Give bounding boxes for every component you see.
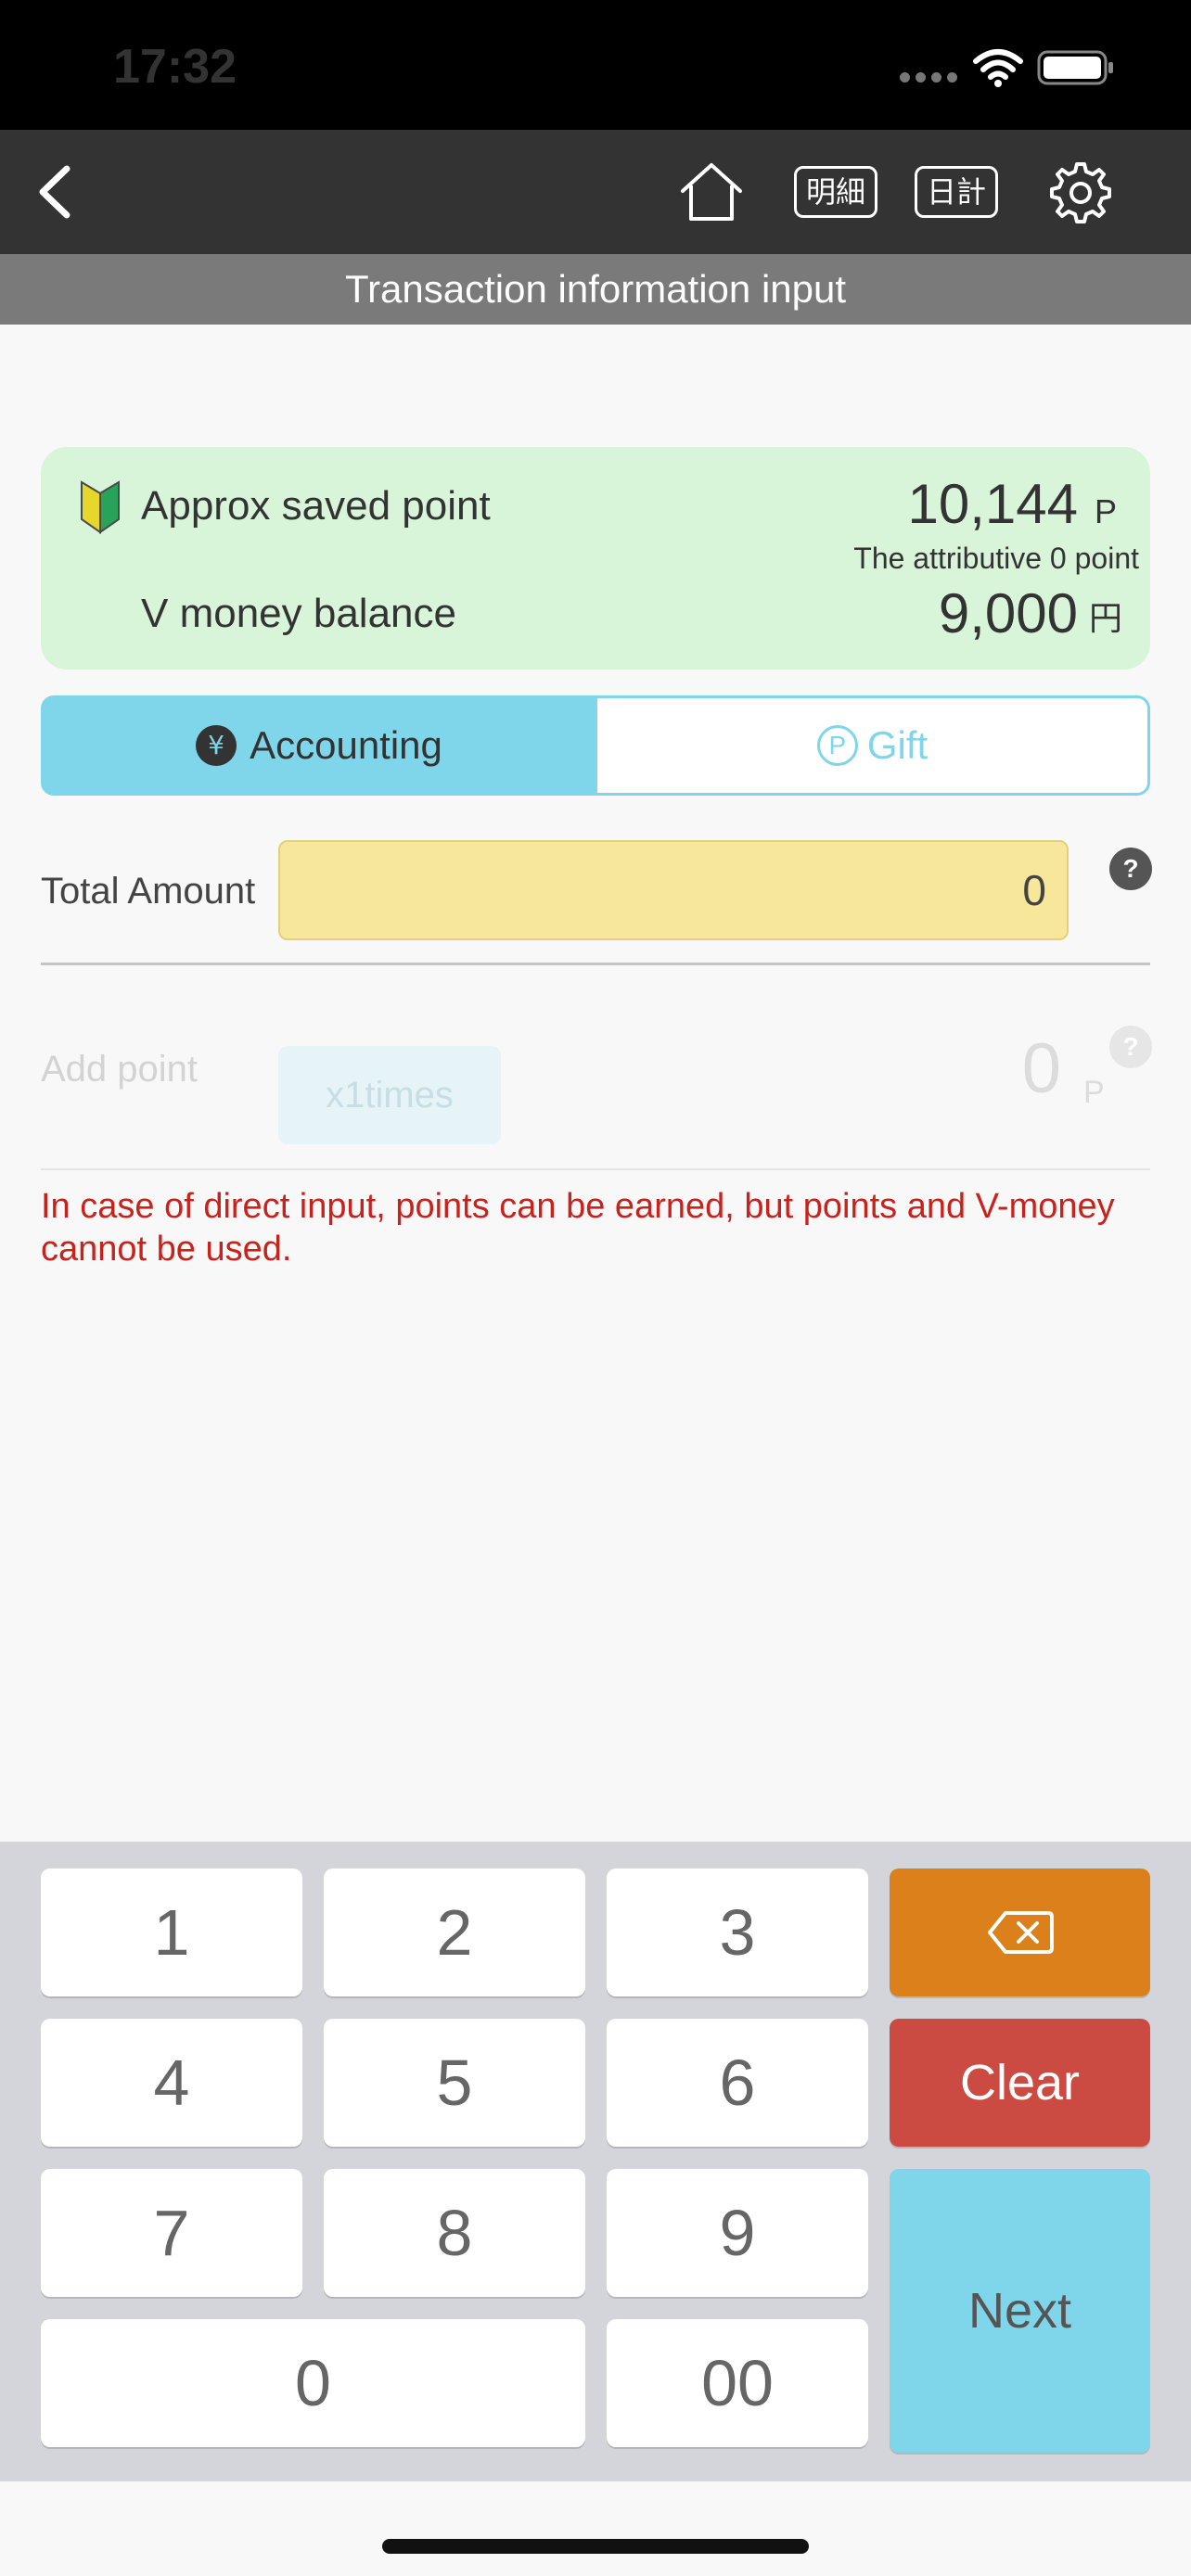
total-amount-label: Total Amount (41, 871, 256, 912)
key-1[interactable]: 1 (41, 1868, 302, 1996)
key-9[interactable]: 9 (607, 2169, 868, 2297)
total-amount-input[interactable]: 0 (278, 840, 1069, 940)
point-multiplier-button[interactable]: x1times (278, 1046, 501, 1144)
wifi-icon (973, 49, 1023, 87)
tab-accounting-label: Accounting (250, 723, 442, 767)
total-amount-help-icon[interactable]: ? (1109, 848, 1152, 890)
back-chevron-icon[interactable] (28, 156, 83, 228)
add-point-label: Add point (41, 1049, 198, 1090)
key-8[interactable]: 8 (324, 2169, 585, 2297)
nav-bar (0, 130, 1191, 254)
saved-point-unit: P (1095, 492, 1118, 530)
daily-total-button[interactable]: 日計 (915, 166, 998, 218)
key-7[interactable]: 7 (41, 2169, 302, 2297)
add-point-help-icon[interactable]: ? (1109, 1026, 1152, 1068)
battery-icon (1037, 50, 1113, 85)
key-5[interactable]: 5 (324, 2019, 585, 2147)
key-00[interactable]: 00 (607, 2319, 868, 2447)
next-button[interactable]: Next (890, 2169, 1150, 2453)
point-icon: P (816, 725, 858, 766)
vmoney-balance-unit: 円 (1089, 600, 1123, 638)
tab-gift-label: Gift (866, 723, 928, 767)
key-2[interactable]: 2 (324, 1868, 585, 1996)
saved-point-label: Approx saved point (141, 483, 491, 529)
vmoney-balance-value: 9,000 (938, 582, 1078, 644)
key-6[interactable]: 6 (607, 2019, 868, 2147)
home-indicator-area (0, 2481, 1191, 2576)
divider (41, 1168, 1150, 1170)
cellular-signal-icon (900, 72, 959, 83)
home-icon[interactable] (677, 158, 746, 226)
direct-input-notice: In case of direct input, points can be e… (41, 1187, 1115, 1269)
saved-point-value: 10,144 (907, 473, 1078, 535)
key-3[interactable]: 3 (607, 1868, 868, 1996)
vmoney-balance-label: V money balance (141, 591, 456, 636)
detail-button[interactable]: 明細 (794, 166, 877, 218)
tab-gift[interactable]: P Gift (597, 695, 1150, 796)
key-0[interactable]: 0 (41, 2319, 585, 2447)
backspace-icon (987, 1911, 1054, 1954)
divider (41, 963, 1150, 965)
home-indicator[interactable] (382, 2539, 809, 2554)
yen-icon: ¥ (196, 725, 237, 766)
tab-accounting[interactable]: ¥ Accounting (41, 695, 597, 796)
gear-icon[interactable] (1048, 159, 1113, 224)
attributive-point-text: The attributive 0 point (853, 542, 1139, 575)
backspace-button[interactable] (890, 1868, 1150, 1996)
page-title: Transaction information input (0, 254, 1191, 325)
clear-button[interactable]: Clear (890, 2019, 1150, 2147)
add-point-unit: P (1083, 1075, 1105, 1110)
key-4[interactable]: 4 (41, 2019, 302, 2147)
status-time: 17:32 (113, 40, 237, 94)
beginner-mark-icon (81, 480, 120, 534)
add-point-value: 0 (1021, 1029, 1061, 1108)
